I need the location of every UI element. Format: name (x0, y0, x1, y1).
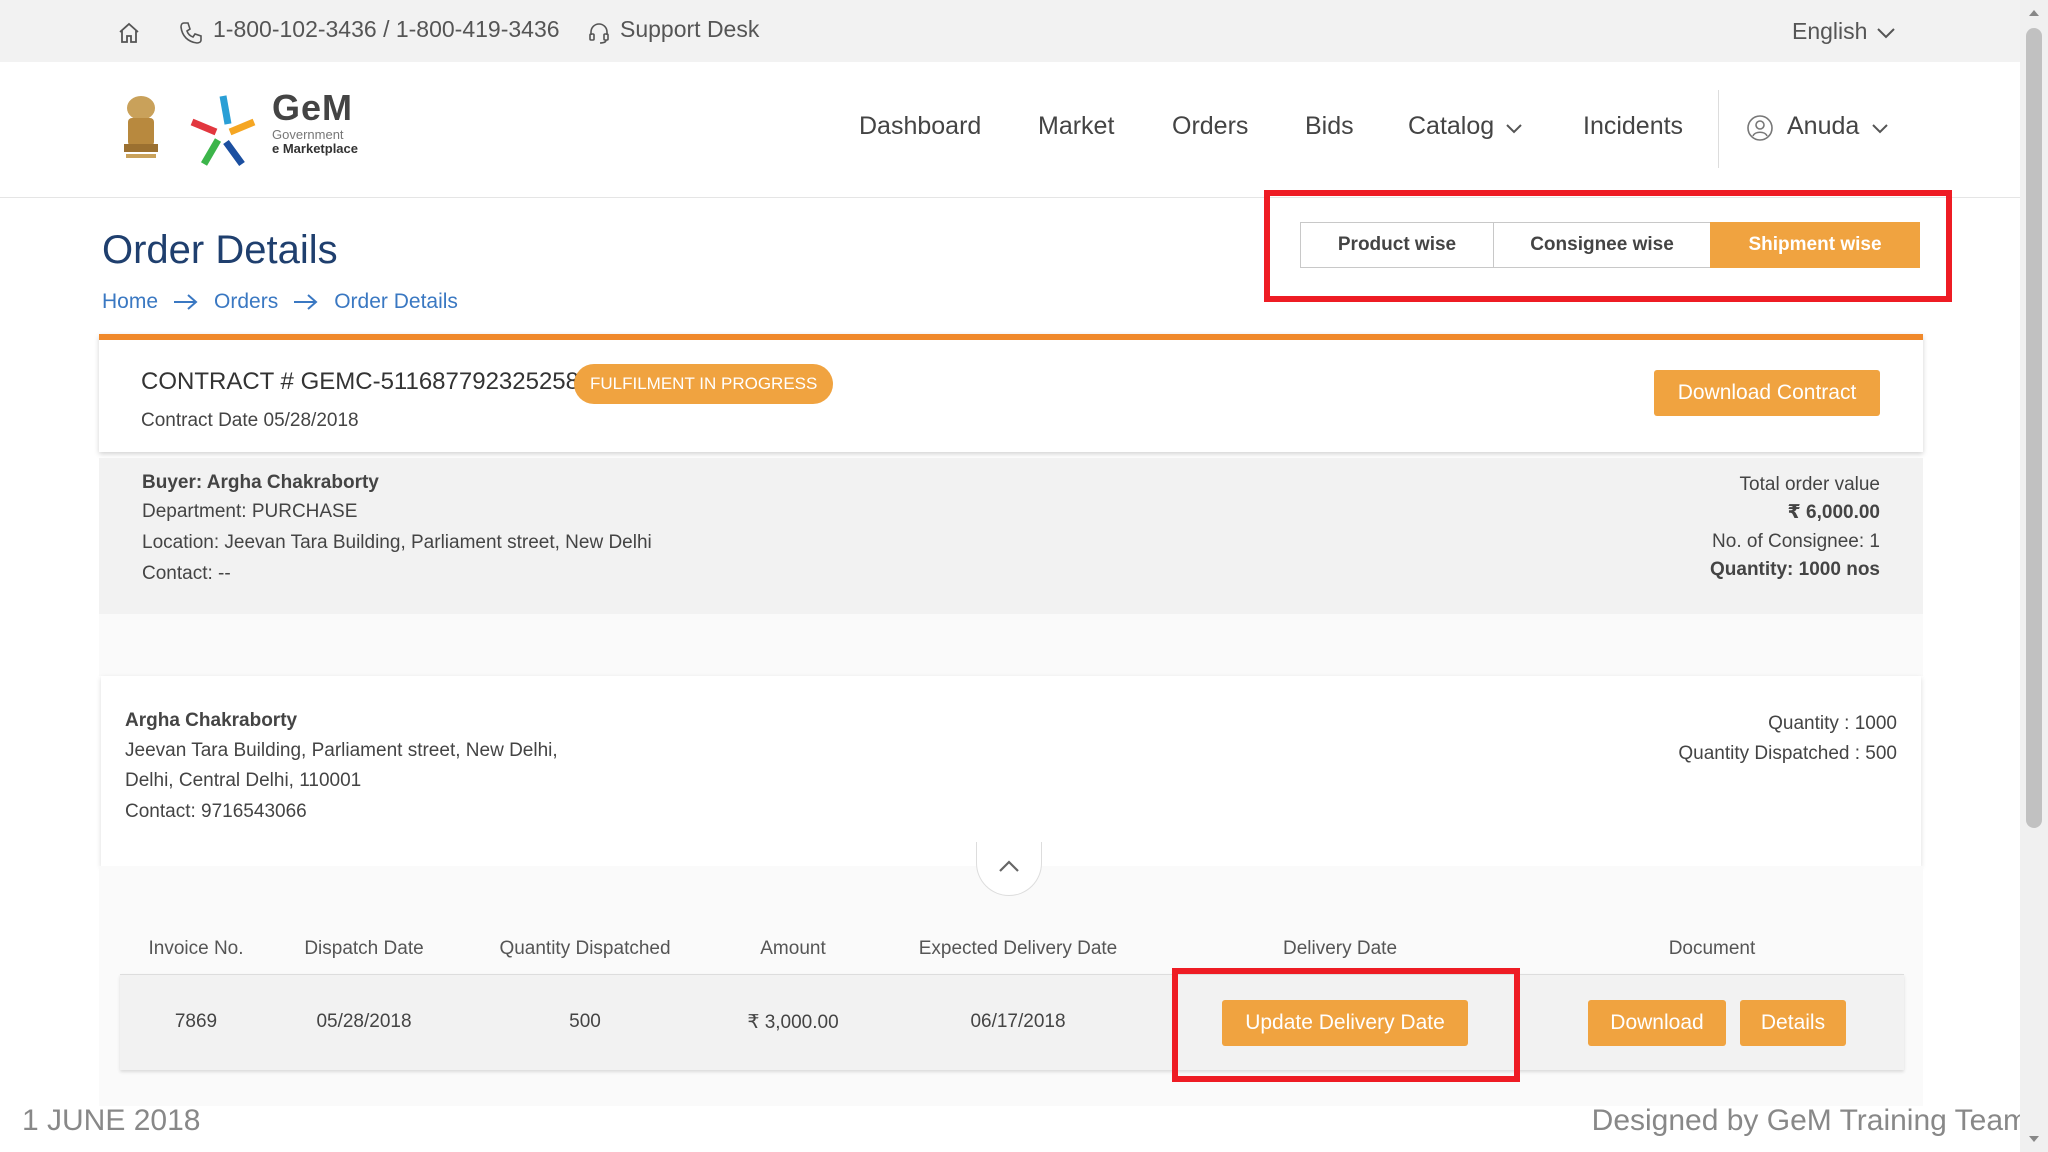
arrow-right-icon (292, 292, 320, 312)
chevron-up-icon (997, 858, 1021, 879)
column-header-document: Document (1668, 938, 1756, 959)
nav-market[interactable]: Market (1038, 112, 1114, 141)
breadcrumb: Home Orders Order Details (102, 290, 458, 314)
footer-date: 1 JUNE 2018 (22, 1104, 201, 1137)
status-badge: FULFILMENT IN PROGRESS (574, 364, 834, 404)
national-emblem-logo (118, 92, 164, 164)
consignee-address-line2: Delhi, Central Delhi, 110001 (125, 770, 362, 791)
top-utility-bar: 1-800-102-3436 / 1-800-419-3436 Support … (0, 0, 2020, 62)
download-document-button[interactable]: Download (1588, 1000, 1726, 1046)
column-header-amount: Amount (760, 938, 826, 959)
chevron-down-icon[interactable] (1505, 122, 1523, 134)
consignee-count: No. of Consignee: 1 (1712, 531, 1880, 552)
consignee-card: Argha Chakraborty Jeevan Tara Building, … (101, 676, 1921, 866)
nav-incidents[interactable]: Incidents (1583, 112, 1683, 141)
breadcrumb-order-details[interactable]: Order Details (334, 290, 458, 314)
total-order-label: Total order value (1739, 474, 1880, 495)
column-header-invoice: Invoice No. (148, 938, 244, 959)
breadcrumb-orders[interactable]: Orders (214, 290, 278, 314)
contract-header: CONTRACT # GEMC-511687792325258 FULFILME… (99, 334, 1923, 452)
home-icon[interactable] (116, 20, 142, 46)
nav-orders[interactable]: Orders (1172, 112, 1248, 141)
column-header-expected-delivery: Expected Delivery Date (918, 938, 1118, 959)
page-title: Order Details (102, 228, 338, 272)
nav-divider (1718, 90, 1719, 168)
gem-star-logo (188, 92, 258, 168)
consignee-name: Argha Chakraborty (125, 710, 298, 731)
contract-card: CONTRACT # GEMC-511687792325258 FULFILME… (99, 334, 1923, 452)
column-header-delivery-date: Delivery Date (1282, 938, 1398, 959)
update-delivery-date-button[interactable]: Update Delivery Date (1222, 1000, 1468, 1046)
product-wise-tab[interactable]: Product wise (1300, 222, 1494, 268)
consignee-wise-tab[interactable]: Consignee wise (1493, 222, 1711, 268)
scrollbar-thumb[interactable] (2026, 28, 2042, 828)
total-order-value: ₹ 6,000.00 (1787, 502, 1880, 523)
nav-bids[interactable]: Bids (1305, 112, 1354, 141)
consignee-quantity: Quantity : 1000 (1768, 713, 1897, 734)
section-spacer (99, 614, 1923, 676)
consignee-quantity-dispatched: Quantity Dispatched : 500 (1678, 743, 1897, 764)
language-selector[interactable]: English (1792, 18, 1867, 45)
nav-catalog[interactable]: Catalog (1408, 112, 1494, 141)
contract-date: Contract Date 05/28/2018 (141, 410, 359, 431)
gem-wordmark: GeM Government e Marketplace (272, 87, 358, 156)
buyer-contact: Contact: -- (142, 563, 231, 584)
buyer-details: Buyer: Argha Chakraborty Department: PUR… (99, 458, 1923, 614)
arrow-right-icon (172, 292, 200, 312)
column-header-dispatch-date: Dispatch Date (304, 938, 424, 959)
nav-dashboard[interactable]: Dashboard (859, 112, 981, 141)
buyer-location: Location: Jeevan Tara Building, Parliame… (142, 532, 652, 553)
phone-icon (178, 20, 204, 46)
scroll-up-icon[interactable] (2026, 6, 2042, 20)
order-quantity: Quantity: 1000 nos (1710, 559, 1880, 580)
dispatch-date: 05/28/2018 (316, 1011, 412, 1032)
expected-delivery-date: 06/17/2018 (970, 1011, 1066, 1032)
breadcrumb-home[interactable]: Home (102, 290, 158, 314)
invoice-number: 7869 (174, 1011, 218, 1032)
consignee-contact: Contact: 9716543066 (125, 801, 307, 822)
support-desk-link[interactable]: Support Desk (620, 16, 759, 43)
user-icon[interactable] (1746, 114, 1774, 142)
consignee-address-line1: Jeevan Tara Building, Parliament street,… (125, 740, 558, 761)
buyer-name: Buyer: Argha Chakraborty (142, 472, 379, 493)
main-header: GeM Government e Marketplace Dashboard M… (0, 62, 2020, 198)
download-contract-button[interactable]: Download Contract (1654, 370, 1880, 416)
footer-credit: Designed by GeM Training Team (1591, 1104, 2028, 1137)
headset-icon (586, 20, 612, 46)
contract-number: CONTRACT # GEMC-511687792325258 (141, 368, 579, 395)
shipment-amount: ₹ 3,000.00 (747, 1012, 839, 1033)
shipment-wise-tab[interactable]: Shipment wise (1710, 222, 1920, 268)
details-button[interactable]: Details (1740, 1000, 1846, 1046)
column-header-quantity-dispatched: Quantity Dispatched (499, 938, 671, 959)
buyer-department: Department: PURCHASE (142, 501, 358, 522)
user-menu[interactable]: Anuda (1787, 112, 1859, 141)
helpline-numbers: 1-800-102-3436 / 1-800-419-3436 (213, 16, 560, 42)
scroll-down-icon[interactable] (2026, 1132, 2042, 1146)
quantity-dispatched: 500 (569, 1011, 601, 1032)
chevron-down-icon[interactable] (1876, 26, 1896, 40)
chevron-down-icon[interactable] (1871, 122, 1889, 134)
